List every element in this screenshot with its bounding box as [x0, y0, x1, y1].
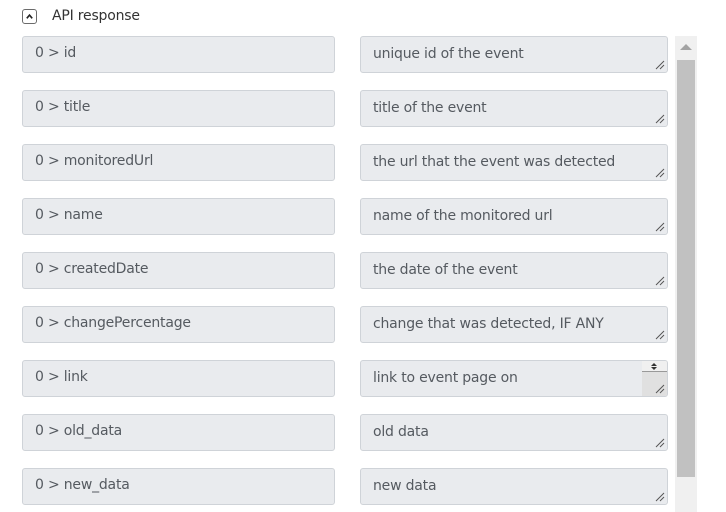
field-key[interactable]: 0 > createdDate	[22, 252, 335, 289]
resize-grip-icon[interactable]	[655, 384, 665, 394]
resize-grip-icon[interactable]	[655, 114, 665, 124]
field-description[interactable]: the date of the event	[360, 252, 668, 289]
field-key[interactable]: 0 > name	[22, 198, 335, 235]
field-description[interactable]: old data	[360, 414, 668, 451]
field-description[interactable]: link to event page on	[360, 360, 668, 397]
field-description-text: link to event page on	[373, 370, 518, 386]
field-key[interactable]: 0 > old_data	[22, 414, 335, 451]
resize-grip-icon[interactable]	[655, 60, 665, 70]
field-key[interactable]: 0 > new_data	[22, 468, 335, 505]
scroll-thumb[interactable]	[677, 60, 695, 477]
field-description[interactable]: title of the event	[360, 90, 668, 127]
field-description[interactable]: change that was detected, IF ANY	[360, 306, 668, 343]
field-key[interactable]: 0 > link	[22, 360, 335, 397]
field-description-text: change that was detected, IF ANY	[373, 316, 604, 332]
resize-grip-icon[interactable]	[655, 492, 665, 502]
field-description-text: old data	[373, 424, 429, 440]
scroll-up-arrow-icon[interactable]	[675, 36, 697, 58]
field-key[interactable]: 0 > title	[22, 90, 335, 127]
resize-grip-icon[interactable]	[655, 276, 665, 286]
field-description[interactable]: name of the monitored url	[360, 198, 668, 235]
field-description-text: title of the event	[373, 100, 487, 116]
field-description[interactable]: unique id of the event	[360, 36, 668, 73]
field-description[interactable]: new data	[360, 468, 668, 505]
section-title: API response	[52, 8, 140, 24]
field-key[interactable]: 0 > monitoredUrl	[22, 144, 335, 181]
resize-grip-icon[interactable]	[655, 330, 665, 340]
field-description-text: the url that the event was detected	[373, 154, 616, 170]
field-key[interactable]: 0 > changePercentage	[22, 306, 335, 343]
field-description-text: the date of the event	[373, 262, 518, 278]
field-key[interactable]: 0 > id	[22, 36, 335, 73]
field-description-text: new data	[373, 478, 437, 494]
chevron-up-icon	[26, 13, 33, 19]
field-description[interactable]: the url that the event was detected	[360, 144, 668, 181]
section-header: API response	[22, 6, 140, 26]
collapse-button[interactable]	[22, 8, 37, 24]
field-description-text: name of the monitored url	[373, 208, 553, 224]
field-description-text: unique id of the event	[373, 46, 524, 62]
scrollbar[interactable]	[675, 36, 697, 512]
resize-grip-icon[interactable]	[655, 168, 665, 178]
resize-grip-icon[interactable]	[655, 222, 665, 232]
resize-grip-icon[interactable]	[655, 438, 665, 448]
